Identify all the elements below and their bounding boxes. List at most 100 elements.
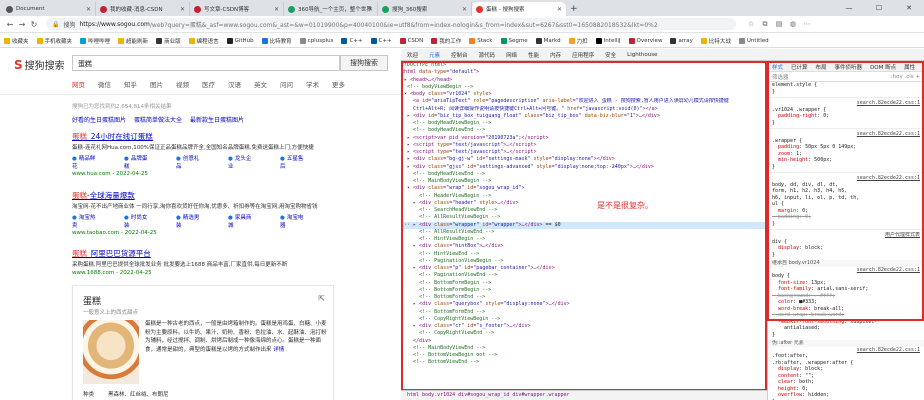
close-icon[interactable]: ✕: [86, 6, 91, 13]
dom-line[interactable]: ▸ <div id="biz_tip_box_tuiguang_float" c…: [401, 113, 767, 120]
bookmark-item[interactable]: 收藏夹: [4, 37, 29, 45]
close-icon[interactable]: ✕: [180, 6, 185, 13]
profile-icon[interactable]: ◍: [786, 20, 800, 29]
search-button[interactable]: 搜狗搜索: [340, 55, 388, 71]
devtools-tab[interactable]: 欢迎: [407, 51, 418, 59]
sitelink[interactable]: ● 龙头企业: [228, 154, 266, 170]
ad-link[interactable]: 最新款生日蛋糕图片: [190, 115, 244, 124]
dom-line[interactable]: <!-- BottomViewBegin oot -->: [401, 352, 767, 359]
dom-line[interactable]: <!-- bodyHeadViewEnd -->: [401, 171, 767, 178]
forward-icon[interactable]: →: [16, 20, 28, 29]
bookmark-item[interactable]: 哔哩哔哩: [80, 37, 110, 45]
devtools-tab[interactable]: 应用程序: [572, 51, 594, 59]
vertical-tab[interactable]: 医疗: [202, 79, 215, 89]
close-icon[interactable]: ✕: [368, 6, 373, 13]
dom-line[interactable]: <!-- HeaderViewBegin -->: [401, 193, 767, 200]
result-title-link[interactable]: 蛋糕_24小时在线订蛋糕: [72, 131, 332, 142]
details-link[interactable]: 详情: [273, 347, 284, 353]
browser-tab[interactable]: Document ✕: [2, 2, 96, 16]
ad-link[interactable]: 蛋糕简单做法大全: [134, 115, 182, 124]
star-icon[interactable]: ☆: [744, 20, 758, 29]
sitelink[interactable]: ● 淘宝电器: [280, 213, 318, 229]
bookmark-item[interactable]: Stack: [469, 37, 493, 44]
ad-link[interactable]: 好看的生日蛋糕图片: [72, 115, 126, 124]
dom-line[interactable]: ▸ <head>…</head>: [401, 77, 767, 84]
result-title-link[interactable]: 蛋糕-全球海量爆款: [72, 190, 332, 201]
close-icon[interactable]: ✕: [557, 6, 562, 13]
dom-line[interactable]: <!-- BottomViewEnd -->: [401, 359, 767, 366]
dom-line[interactable]: <!-- MainBodyViewEnd -->: [401, 345, 767, 352]
sitelink[interactable]: ● 家具商城: [228, 213, 266, 229]
styles-tab[interactable]: 事件侦听器: [835, 63, 863, 71]
vertical-tab[interactable]: 知乎: [124, 79, 137, 89]
sitelink[interactable]: ● 淘宝热卖: [72, 213, 110, 229]
dom-line[interactable]: <!-- BottomFormBegin -->: [401, 287, 767, 294]
bookmark-item[interactable]: IntelliJ: [595, 37, 621, 44]
sogou-logo[interactable]: S 搜狗搜索: [14, 57, 65, 73]
sitelink[interactable]: ● 品牌蛋糕: [124, 154, 162, 170]
share-icon[interactable]: ⇱: [318, 294, 325, 303]
browser-tab-active[interactable]: 蛋糕 - 搜狗搜索 ✕: [472, 2, 566, 16]
dom-line[interactable]: <!-- HintViewBegin -->: [401, 236, 767, 243]
dom-line[interactable]: <!-- BottomFormEnd -->: [401, 294, 767, 301]
minimize-icon[interactable]: —: [834, 0, 864, 16]
dom-line[interactable]: </div>: [401, 338, 767, 345]
devtools-tab[interactable]: 网络: [506, 51, 517, 59]
url-input[interactable]: 🔒 搜狗 https://www.sogou.com/web?query=蛋糕&…: [46, 18, 736, 30]
dom-line[interactable]: ▸ <div class="querybox" style="display:n…: [401, 301, 767, 308]
menu-icon[interactable]: ⋯: [800, 20, 814, 29]
close-window-icon[interactable]: ✕: [894, 0, 924, 16]
dom-line[interactable]: ▸ <div class="gjss" id="settings-advance…: [401, 164, 767, 171]
bookmark-item[interactable]: C++: [370, 37, 392, 44]
dom-line[interactable]: ▸ <script>var pid_version="20190723a";</…: [401, 135, 767, 142]
dom-line[interactable]: ▾ <body class="vr1024" style>: [401, 91, 767, 98]
dom-line[interactable]: <!-- bodyViewBegin -->: [401, 84, 767, 91]
sitelink[interactable]: ● 创意礼品: [176, 154, 214, 170]
dom-line[interactable]: <!-- AllResultViewBegin -->: [401, 214, 767, 221]
dom-line[interactable]: <!-- PaginationViewEnd -->: [401, 272, 767, 279]
bookmark-item[interactable]: cplusplus: [299, 37, 333, 44]
bookmark-item[interactable]: 力扣: [568, 37, 588, 45]
dom-line[interactable]: <a id="ariaTipText" role="pagedescriptio…: [401, 98, 767, 105]
dom-line[interactable]: ▾ <div class="wrap" id="sogou_wrap_id">: [401, 185, 767, 192]
dom-line[interactable]: <html data-type="default">: [401, 69, 767, 76]
dom-line[interactable]: <!-- SearchHeadViewEnd -->: [401, 207, 767, 214]
bookmark-item[interactable]: GitHub: [226, 37, 254, 44]
dom-line[interactable]: <!-- BottomFormEnd -->: [401, 309, 767, 316]
devtools-tab[interactable]: 性能: [528, 51, 539, 59]
sitelink[interactable]: ● 精品鲜花: [72, 154, 110, 170]
back-icon[interactable]: ←: [4, 20, 16, 29]
styles-filter-toggles[interactable]: :hov .cls +: [891, 74, 920, 80]
bookmark-item[interactable]: 商业版: [156, 37, 181, 45]
close-icon[interactable]: ✕: [462, 6, 467, 13]
bookmark-item[interactable]: 我的工作: [431, 37, 461, 45]
vertical-tab[interactable]: 学术: [306, 79, 319, 89]
search-input[interactable]: 蛋糕: [72, 55, 340, 71]
bookmark-item[interactable]: 比特大战: [700, 37, 731, 45]
dom-line[interactable]: <!-- CopyRightViewEnd -->: [401, 330, 767, 337]
close-icon[interactable]: ✕: [274, 6, 279, 13]
dom-line[interactable]: <!-- AllResultViewEnd -->: [401, 229, 767, 236]
bookmark-item[interactable]: 超能刷新: [118, 37, 148, 45]
styles-tab[interactable]: 属性: [904, 63, 915, 71]
browser-tab[interactable]: 写文章-CSDN博客 ✕: [190, 2, 284, 16]
dom-line[interactable]: ▸ <div class="header" style>…</div>: [401, 200, 767, 207]
styles-tab[interactable]: 布局: [816, 63, 827, 71]
dom-line[interactable]: <!-- bodyHeadViewEnd -->: [401, 127, 767, 134]
dom-line[interactable]: <!-- MainBodyViewBegin -->: [401, 178, 767, 185]
dom-line[interactable]: ▸ <div class="cr" id="s_footer">…</div>: [401, 323, 767, 330]
browser-tab[interactable]: 我的收藏-消息-CSDN ✕: [96, 2, 190, 16]
bookmark-item[interactable]: array: [670, 37, 693, 44]
devtools-tab[interactable]: 源代码: [479, 51, 496, 59]
collections-icon[interactable]: ▤: [772, 20, 786, 29]
styles-tab[interactable]: DOM 断点: [870, 63, 896, 71]
sitelink[interactable]: ● 精选男装: [176, 213, 214, 229]
dom-breadcrumb[interactable]: html body.vr1024 div#sogou_wrap_id div#w…: [401, 390, 767, 400]
new-tab-icon[interactable]: +: [570, 2, 578, 16]
refresh-icon[interactable]: ↻: [28, 20, 40, 29]
bookmark-item[interactable]: Segme: [500, 37, 528, 44]
dom-line[interactable]: ▸ <div class="bg-gj-w" id="settings-mask…: [401, 156, 767, 163]
result-title-link[interactable]: 蛋糕_阿里巴巴货源平台: [72, 248, 332, 259]
maximize-icon[interactable]: ☐: [864, 0, 894, 16]
vertical-tab[interactable]: 视频: [176, 79, 189, 89]
